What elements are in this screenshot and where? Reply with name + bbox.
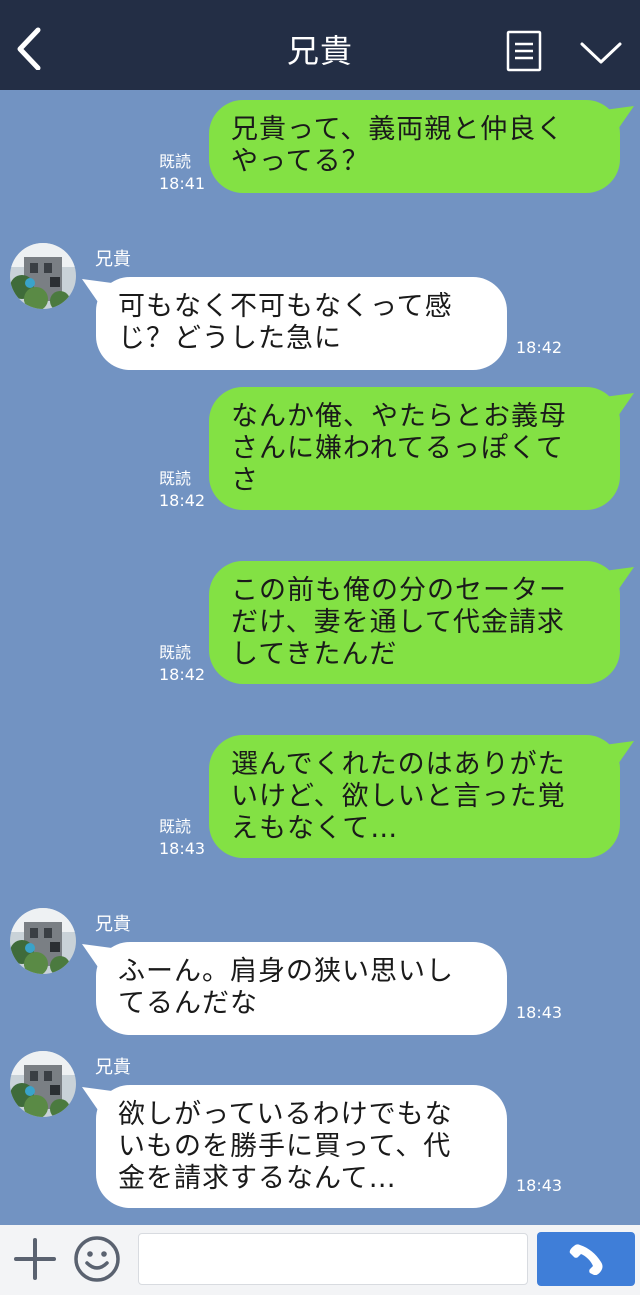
message-text-line: この前も俺の分のセーター bbox=[231, 575, 567, 606]
message-time: 18:41 bbox=[159, 174, 206, 193]
avatar-image bbox=[10, 908, 76, 974]
message-text-line: さんに嫌われてるっぽくて bbox=[231, 433, 565, 464]
message-row: 既読 18:41 兄貴って、義両親と仲良く やってる？ bbox=[0, 100, 640, 195]
notes-icon bbox=[506, 30, 542, 72]
sender-name: 兄貴 bbox=[95, 914, 131, 935]
avatar[interactable] bbox=[10, 908, 76, 974]
message-text-line: 可もなく不可もなくって感 bbox=[118, 291, 453, 322]
message-text-line: 金を請求するなんて… bbox=[118, 1163, 397, 1194]
message-text-line: してきたんだ bbox=[231, 639, 398, 670]
message-time: 18:42 bbox=[159, 665, 206, 684]
read-receipt: 既読 bbox=[159, 152, 192, 171]
message-text-line: さ bbox=[231, 465, 259, 496]
chevron-down-icon bbox=[580, 42, 622, 64]
message-text-line: 欲しがっているわけでもな bbox=[118, 1099, 453, 1130]
message-text-line: だけ、妻を通して代金請求 bbox=[231, 607, 565, 638]
outgoing-bubble[interactable]: なんか俺、やたらとお義母 さんに嫌われてるっぽくて さ bbox=[209, 387, 634, 510]
message-text-line: やってる？ bbox=[231, 146, 370, 177]
sender-name: 兄貴 bbox=[95, 1057, 131, 1078]
message-time: 18:42 bbox=[159, 491, 206, 510]
notes-button[interactable] bbox=[506, 30, 542, 72]
plus-icon bbox=[14, 1238, 56, 1280]
collapse-button[interactable] bbox=[578, 34, 624, 68]
incoming-bubble[interactable]: ふーん。肩身の狭い思いし てるんだな bbox=[82, 942, 507, 1035]
message-text-line: いものを勝手に買って、代 bbox=[118, 1131, 452, 1162]
message-text-line: てるんだな bbox=[118, 988, 258, 1019]
avatar-image bbox=[10, 243, 76, 309]
read-receipt: 既読 bbox=[159, 469, 192, 488]
read-receipt: 既読 bbox=[159, 817, 192, 836]
avatar[interactable] bbox=[10, 243, 76, 309]
read-receipt: 既読 bbox=[159, 643, 192, 662]
message-text-line: いけど、欲しいと言った覚 bbox=[231, 781, 566, 812]
smiley-icon bbox=[74, 1236, 120, 1282]
message-text-line: 兄貴って、義両親と仲良く bbox=[231, 114, 565, 145]
message-time: 18:43 bbox=[159, 839, 206, 858]
message-time: 18:43 bbox=[516, 1176, 563, 1195]
incoming-bubble[interactable]: 欲しがっているわけでもな いものを勝手に買って、代 金を請求するなんて… bbox=[82, 1085, 507, 1208]
message-row: 既読 18:42 この前も俺の分のセーター だけ、妻を通して代金請求 してきたん… bbox=[0, 561, 640, 686]
chat-title: 兄貴 bbox=[286, 32, 353, 70]
message-text-line: なんか俺、やたらとお義母 bbox=[231, 401, 567, 432]
phone-icon bbox=[569, 1244, 603, 1275]
avatar[interactable] bbox=[10, 1051, 76, 1117]
outgoing-bubble[interactable]: 選んでくれたのはありがた いけど、欲しいと言った覚 えもなくて… bbox=[209, 735, 634, 858]
incoming-bubble[interactable]: 可もなく不可もなくって感 じ？どうした急に bbox=[82, 277, 507, 370]
bubble-tail bbox=[604, 567, 634, 593]
emoji-button[interactable] bbox=[73, 1235, 121, 1283]
message-row: 既読 18:42 なんか俺、やたらとお義母 さんに嫌われてるっぽくて さ bbox=[0, 387, 640, 512]
message-meta: 既読 18:42 bbox=[159, 643, 209, 685]
outgoing-bubble[interactable]: 兄貴って、義両親と仲良く やってる？ bbox=[209, 100, 634, 193]
add-button[interactable] bbox=[14, 1238, 56, 1280]
message-input[interactable] bbox=[138, 1233, 528, 1285]
message-row: 兄貴 可もなく不可もなくって感 じ？どうした急に 18:42 bbox=[0, 240, 640, 375]
message-meta: 既読 18:43 bbox=[159, 817, 209, 859]
avatar-image bbox=[10, 1051, 76, 1117]
bubble-tail bbox=[82, 279, 112, 305]
message-time: 18:42 bbox=[516, 338, 563, 357]
message-text-line: 選んでくれたのはありがた bbox=[231, 749, 566, 780]
chat-header: 兄貴 bbox=[0, 0, 640, 90]
message-row: 既読 18:43 選んでくれたのはありがた いけど、欲しいと言った覚 えもなくて… bbox=[0, 735, 640, 860]
message-text-line: ふーん。肩身の狭い思いし bbox=[118, 956, 454, 987]
message-text-line: じ？どうした急に bbox=[118, 323, 342, 354]
message-row: 兄貴 ふーん。肩身の狭い思いし てるんだな 18:43 bbox=[0, 905, 640, 1040]
message-row: 兄貴 欲しがっているわけでもな いものを勝手に買って、代 金を請求するなんて… … bbox=[0, 1048, 640, 1213]
outgoing-bubble[interactable]: この前も俺の分のセーター だけ、妻を通して代金請求 してきたんだ bbox=[209, 561, 634, 684]
bubble-tail bbox=[604, 741, 634, 767]
message-meta: 既読 18:41 bbox=[159, 152, 209, 194]
bubble-tail bbox=[82, 1087, 112, 1113]
message-text-line: えもなくて… bbox=[231, 813, 399, 844]
bubble-tail bbox=[604, 106, 634, 132]
message-meta: 既読 18:42 bbox=[159, 469, 209, 511]
chat-area[interactable]: 既読 18:41 兄貴って、義両親と仲良く やってる？ 兄貴 可もなく不可もなく… bbox=[0, 90, 640, 1225]
bubble-tail bbox=[604, 393, 634, 419]
bubble-tail bbox=[82, 944, 112, 970]
message-time: 18:43 bbox=[516, 1003, 563, 1022]
input-bar bbox=[0, 1225, 640, 1295]
call-button[interactable] bbox=[537, 1232, 635, 1286]
sender-name: 兄貴 bbox=[95, 249, 131, 270]
